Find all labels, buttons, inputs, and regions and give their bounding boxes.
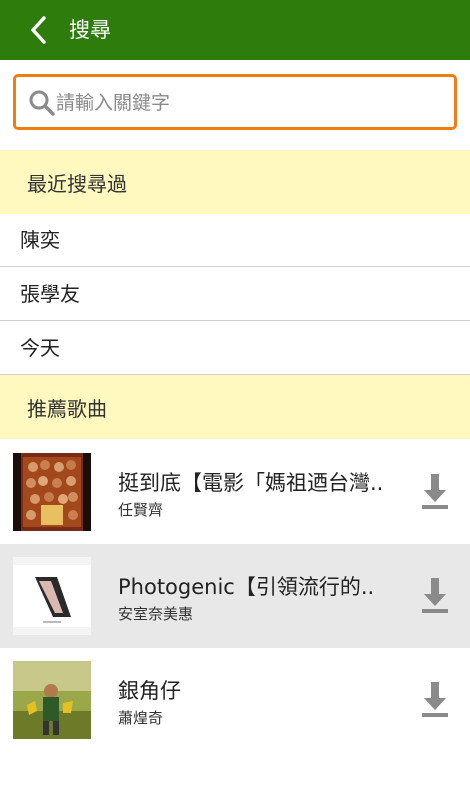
album-cover — [13, 453, 91, 531]
song-title: 挺到底【電影「媽祖迺台灣.. — [118, 471, 384, 495]
album-cover — [13, 661, 91, 739]
recent-search-item[interactable]: 今天 — [0, 322, 470, 375]
recent-search-item[interactable]: 陳奕 — [0, 214, 470, 267]
recent-searches-header: 最近搜尋過 — [0, 150, 470, 214]
album-cover — [13, 557, 91, 635]
download-icon[interactable] — [420, 680, 450, 720]
song-title: Photogenic【引領流行的.. — [118, 575, 375, 599]
download-icon[interactable] — [420, 472, 450, 512]
top-app-bar: 搜尋 — [0, 0, 470, 60]
page-title: 搜尋 — [69, 18, 111, 42]
search-input[interactable] — [56, 85, 446, 121]
song-title: 銀角仔 — [118, 679, 181, 703]
recommended-songs-header: 推薦歌曲 — [0, 375, 470, 439]
song-row[interactable]: Photogenic【引領流行的.. 安室奈美惠 — [0, 544, 470, 648]
search-icon — [29, 90, 55, 116]
song-row[interactable]: 銀角仔 蕭煌奇 — [0, 648, 470, 752]
song-artist: 蕭煌奇 — [118, 709, 164, 727]
chevron-left-icon[interactable] — [26, 14, 50, 46]
song-artist: 安室奈美惠 — [118, 605, 194, 623]
recommended-songs-label: 推薦歌曲 — [27, 396, 107, 421]
recent-searches-label: 最近搜尋過 — [27, 171, 127, 196]
song-artist: 任賢齊 — [118, 501, 164, 519]
song-row[interactable]: 挺到底【電影「媽祖迺台灣.. 任賢齊 — [0, 440, 470, 544]
download-icon[interactable] — [420, 576, 450, 616]
recent-search-item[interactable]: 張學友 — [0, 268, 470, 321]
search-box[interactable] — [13, 74, 457, 130]
